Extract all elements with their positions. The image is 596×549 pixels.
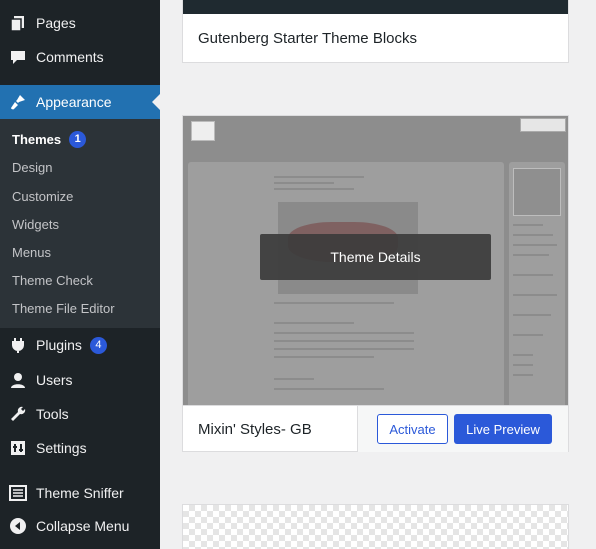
comments-icon [0, 48, 36, 66]
collapse-menu-button[interactable]: Collapse Menu [0, 509, 160, 543]
theme-preview-content [188, 162, 504, 405]
theme-card[interactable]: Theme Details Mixin' Styles- GB Activate… [182, 115, 569, 452]
submenu-item-theme-check[interactable]: Theme Check [12, 270, 93, 290]
submenu-item-menus[interactable]: Menus [12, 242, 51, 262]
settings-icon [0, 439, 36, 457]
theme-preview-logo [191, 121, 215, 141]
admin-sidebar: Pages Comments Appearance Themes 1 Desig… [0, 0, 160, 549]
theme-name: Mixin' Styles- GB [198, 421, 312, 438]
sidebar-item-label: Settings [36, 440, 87, 456]
pages-icon [0, 14, 36, 32]
sidebar-item-theme-sniffer[interactable]: Theme Sniffer [0, 476, 160, 510]
submenu-item-widgets[interactable]: Widgets [12, 214, 59, 234]
theme-name: Gutenberg Starter Theme Blocks [198, 30, 417, 47]
theme-preview-sidebar [509, 162, 565, 405]
appearance-submenu: Themes 1 Design Customize Widgets Menus … [0, 119, 160, 328]
sidebar-item-comments[interactable]: Comments [0, 40, 160, 74]
collapse-icon [0, 517, 36, 535]
submenu-item-theme-file-editor[interactable]: Theme File Editor [12, 298, 115, 318]
sidebar-item-pages[interactable]: Pages [0, 6, 160, 40]
sidebar-item-settings[interactable]: Settings [0, 431, 160, 465]
submenu-item-design[interactable]: Design [12, 157, 52, 177]
sidebar-item-label: Users [36, 372, 73, 388]
plugins-update-badge: 4 [89, 336, 107, 354]
submenu-item-themes[interactable]: Themes 1 [12, 129, 87, 149]
theme-card-footer: Mixin' Styles- GB Activate Live Preview [183, 405, 568, 452]
sidebar-item-label: Comments [36, 49, 104, 65]
theme-details-button[interactable]: Theme Details [260, 234, 491, 280]
activate-button[interactable]: Activate [377, 414, 448, 444]
sidebar-item-plugins[interactable]: Plugins 4 [0, 328, 160, 362]
submenu-item-label: Themes [12, 131, 62, 147]
submenu-item-customize[interactable]: Customize [12, 186, 73, 206]
theme-card[interactable]: Gutenberg Starter Theme Blocks [182, 0, 569, 63]
plugins-icon [0, 336, 36, 354]
sidebar-item-users[interactable]: Users [0, 363, 160, 397]
sidebar-item-label: Collapse Menu [36, 518, 130, 534]
theme-preview-search [520, 118, 566, 132]
theme-screenshot[interactable]: Theme Details [183, 116, 568, 405]
sidebar-item-appearance[interactable]: Appearance [0, 85, 160, 119]
live-preview-button[interactable]: Live Preview [454, 414, 552, 444]
sidebar-item-label: Plugins [36, 337, 82, 353]
sidebar-item-label: Pages [36, 15, 76, 31]
sidebar-item-label: Tools [36, 406, 69, 422]
theme-card[interactable] [182, 504, 569, 549]
sidebar-item-label: Theme Sniffer [36, 485, 124, 501]
theme-sniffer-icon [0, 484, 36, 502]
appearance-icon [0, 93, 36, 111]
themes-update-badge: 1 [69, 130, 87, 148]
sidebar-item-label: Appearance [36, 94, 112, 110]
users-icon [0, 371, 36, 389]
sidebar-item-tools[interactable]: Tools [0, 397, 160, 431]
theme-actions: Activate Live Preview [357, 406, 568, 452]
tools-icon [0, 405, 36, 423]
theme-screenshot[interactable] [183, 0, 568, 14]
